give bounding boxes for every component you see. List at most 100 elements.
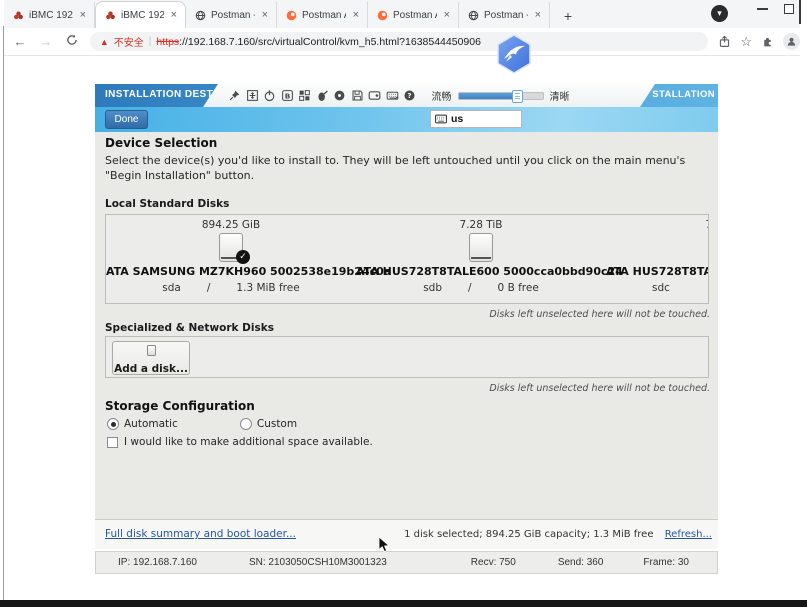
tab-strip: iBMC 192.168.7.16 × iBMC 192.168.7.16 × …: [4, 0, 800, 28]
installer-subheader: Done us: [95, 107, 718, 132]
globe-favicon: [468, 10, 479, 21]
toolbar-right-icons: ☆: [718, 33, 800, 50]
tab-postman-api-1[interactable]: Postman API Platfo ×: [277, 2, 368, 28]
window-bottom-edge: [0, 600, 807, 607]
tab-ibmc-2-active[interactable]: iBMC 192.168.7.16 ×: [95, 1, 186, 28]
close-icon[interactable]: ×: [260, 9, 270, 21]
soft-keyboard-icon[interactable]: [385, 88, 400, 103]
done-button[interactable]: Done: [105, 110, 148, 129]
disk-dev-row: sdb / 0 B free: [356, 282, 606, 294]
status-frame: Frame: 30: [643, 557, 689, 568]
postman-favicon: [286, 10, 297, 21]
disk-dev: sda: [162, 282, 181, 294]
close-icon[interactable]: ×: [169, 9, 179, 21]
screen-icon[interactable]: [367, 88, 382, 103]
pin-icon[interactable]: [227, 88, 242, 103]
ibmc-favicon: [13, 10, 24, 21]
floppy-icon[interactable]: [350, 88, 365, 103]
close-icon[interactable]: ×: [78, 9, 88, 21]
disc-icon[interactable]: [332, 88, 347, 103]
warning-icon: ▲: [100, 37, 109, 47]
quality-slider[interactable]: [458, 92, 544, 100]
storage-configuration-title: Storage Configuration: [105, 399, 255, 413]
status-recv: Recv: 750: [471, 557, 516, 568]
refresh-link[interactable]: Refresh...: [665, 529, 712, 540]
new-tab-button[interactable]: +: [556, 4, 580, 28]
mini-disk-icon: [147, 345, 156, 356]
tab-postman-api-2[interactable]: Postman API Platfo ×: [368, 2, 459, 28]
slider-smooth-label: 流畅: [432, 88, 452, 103]
checkbox-additional-space[interactable]: [107, 437, 118, 448]
tab-label: iBMC 192.168.7.16: [121, 10, 164, 21]
close-icon[interactable]: ×: [442, 9, 452, 21]
reload-button[interactable]: [62, 34, 82, 49]
close-icon[interactable]: ×: [533, 9, 543, 21]
disk-dev: sdc: [652, 282, 670, 294]
additional-space-row: I would like to make additional space av…: [107, 436, 373, 448]
mouse-cursor: [378, 537, 390, 553]
https-struck: https: [156, 36, 179, 48]
tab-label: iBMC 192.168.7.16: [29, 10, 73, 21]
tab-postman-browse-1[interactable]: Postman - Browse ×: [186, 2, 277, 28]
device-selection-title: Device Selection: [105, 136, 217, 150]
window-left-edge: [3, 26, 4, 601]
forward-button[interactable]: →: [36, 34, 56, 49]
b-key-icon[interactable]: B: [280, 88, 295, 103]
extensions-puzzle-icon[interactable]: [761, 35, 774, 48]
slider-fill: [459, 93, 517, 99]
add-disk-button[interactable]: Add a disk...: [112, 341, 190, 375]
full-disk-summary-link[interactable]: Full disk summary and boot loader...: [105, 528, 296, 540]
close-icon[interactable]: ×: [351, 9, 361, 21]
mouse-icon[interactable]: [315, 88, 330, 103]
tab-search-icon[interactable]: ▾: [711, 5, 728, 22]
combo-key-icon[interactable]: [297, 88, 312, 103]
kvm-status-bar: IP: 192.168.7.160 SN: 2103050CSH10M30013…: [95, 551, 718, 574]
back-button[interactable]: ←: [10, 34, 30, 49]
postman-favicon: [377, 10, 388, 21]
tab-ibmc-1[interactable]: iBMC 192.168.7.16 ×: [4, 2, 95, 28]
globe-favicon: [195, 10, 206, 21]
add-disk-label: Add a disk...: [114, 363, 188, 375]
unselected-note-2: Disks left unselected here will not be t…: [489, 383, 710, 394]
selection-summary: 1 disk selected; 894.25 GiB capacity; 1.…: [404, 529, 712, 540]
installer-bottom-bar: Full disk summary and boot loader... 1 d…: [95, 519, 718, 549]
bookmark-star-icon[interactable]: ☆: [740, 34, 752, 50]
address-divider: |: [149, 36, 152, 47]
maximize-button[interactable]: [784, 4, 794, 14]
address-bar[interactable]: ▲ 不安全 | https://192.168.7.160/src/virtua…: [90, 32, 709, 51]
keyboard-layout-indicator[interactable]: us: [430, 110, 522, 128]
disk-sdc[interactable]: 7 ATA HUS728T8TAL sdc: [606, 215, 709, 303]
power-icon[interactable]: [262, 88, 277, 103]
unselected-note: Disks left unselected here will not be t…: [489, 309, 710, 320]
kvm-hexagon-bird-logo[interactable]: [496, 34, 532, 74]
profile-avatar[interactable]: [783, 33, 800, 50]
keyboard-icon: [435, 114, 447, 124]
radio-custom[interactable]: [240, 418, 252, 430]
tab-label: Postman - Browse: [484, 10, 528, 21]
share-icon[interactable]: [718, 35, 731, 48]
tab-label: Postman API Platfo: [393, 10, 437, 21]
storage-config-radios: Automatic Custom: [107, 418, 297, 430]
disk-free: 0 B free: [498, 282, 539, 294]
minimize-button[interactable]: [757, 8, 768, 10]
fullscreen-icon[interactable]: [245, 88, 260, 103]
video-quality-slider-zone: 流畅 清晰: [432, 88, 570, 103]
local-disks-panel: 894.25 GiB ✓ ATA SAMSUNG MZ7KH960 500253…: [105, 214, 709, 304]
hard-disk-icon: [469, 233, 493, 262]
selected-check-icon: ✓: [236, 250, 250, 264]
tab-label: Postman API Platfo: [302, 10, 346, 21]
slider-handle[interactable]: [512, 90, 523, 103]
tab-postman-browse-2[interactable]: Postman - Browse ×: [459, 2, 550, 28]
installer-title: INSTALLATION DEST: [105, 89, 213, 100]
disk-sda[interactable]: 894.25 GiB ✓ ATA SAMSUNG MZ7KH960 500253…: [106, 215, 356, 303]
disk-dev: sdb: [423, 282, 442, 294]
radio-automatic[interactable]: [107, 418, 119, 430]
help-icon[interactable]: ?: [402, 88, 417, 103]
disk-name: ATA SAMSUNG MZ7KH960 5002538e19b24c0a: [106, 265, 356, 278]
disk-name: ATA HUS728T8TALE600 5000cca0bbd90c24: [356, 265, 606, 278]
disk-sdb[interactable]: 7.28 TiB ATA HUS728T8TALE600 5000cca0bbd…: [356, 215, 606, 303]
kvm-toolbar: B ? 流畅 清晰: [203, 84, 655, 107]
person-icon: [786, 36, 797, 47]
not-secure-label[interactable]: 不安全: [114, 34, 144, 49]
url-text[interactable]: https://192.168.7.160/src/virtualControl…: [156, 36, 481, 48]
